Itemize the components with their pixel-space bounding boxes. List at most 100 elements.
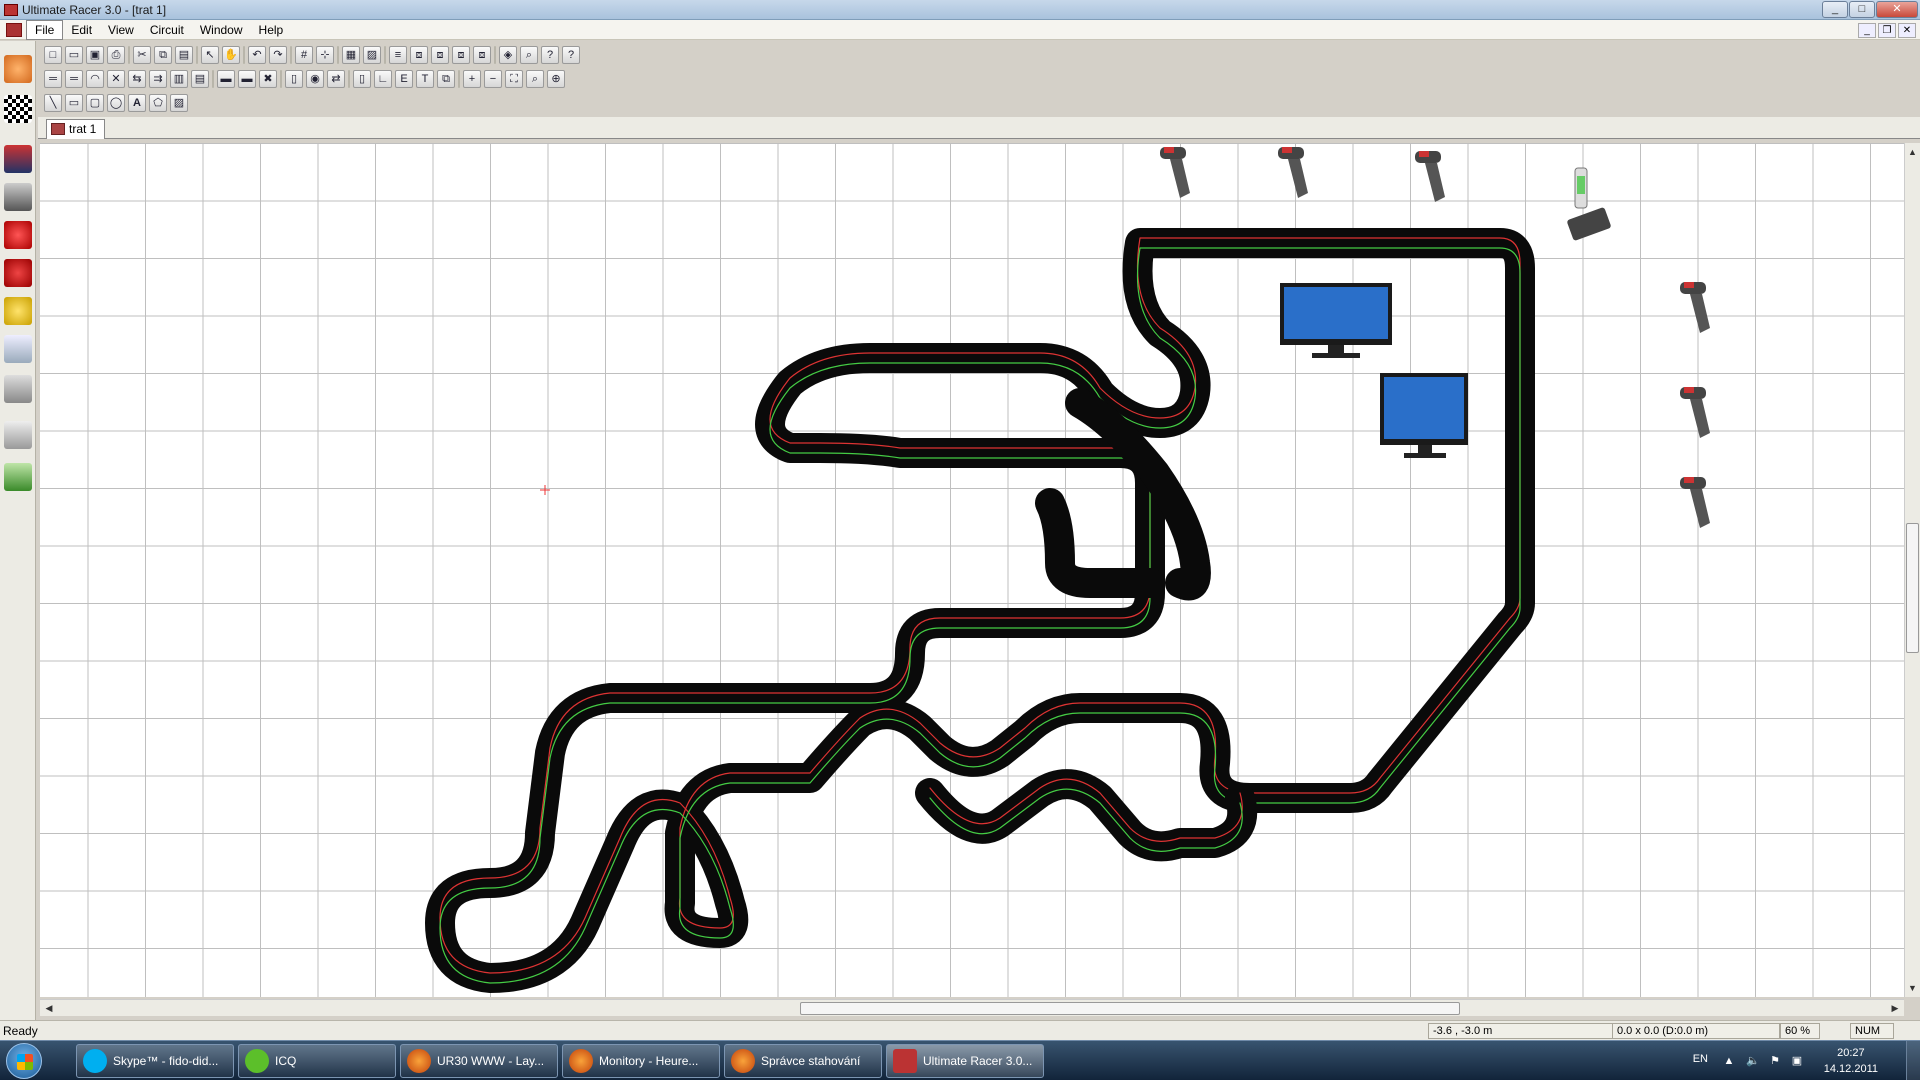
background-image-icon[interactable]: ▨ — [363, 46, 381, 64]
print-icon[interactable]: ⎙ — [107, 46, 125, 64]
snap-icon[interactable]: ⊹ — [316, 46, 334, 64]
hand-controller[interactable] — [1278, 147, 1308, 198]
lap-counter-device[interactable] — [1566, 167, 1611, 241]
maximize-button[interactable]: □ — [1849, 1, 1875, 18]
mdi-close-button[interactable]: ✕ — [1898, 23, 1916, 38]
taskbar-item-skype[interactable]: Skype™ - fido-did... — [76, 1044, 234, 1078]
minimize-button[interactable]: _ — [1822, 1, 1848, 18]
start-button[interactable] — [6, 1043, 42, 1079]
context-help-icon[interactable]: ? — [541, 46, 559, 64]
taskbar-item-icq[interactable]: ICQ — [238, 1044, 396, 1078]
scroll-down-icon[interactable]: ▼ — [1906, 981, 1919, 995]
camera-icon[interactable]: ◉ — [306, 70, 324, 88]
hand-controller[interactable] — [1680, 282, 1710, 333]
shape-t-icon[interactable]: T — [416, 70, 434, 88]
zoom-out-icon[interactable]: − — [484, 70, 502, 88]
border-icon[interactable]: ▬ — [238, 70, 256, 88]
menu-view[interactable]: View — [100, 21, 142, 39]
menu-edit[interactable]: Edit — [63, 21, 100, 39]
track-layout-drawing[interactable] — [40, 143, 1904, 997]
bring-to-front-icon[interactable]: ⧈ — [452, 46, 470, 64]
shape-l-icon[interactable]: ∟ — [374, 70, 392, 88]
monitor[interactable] — [1280, 283, 1392, 358]
flip-icon[interactable]: ⇄ — [327, 70, 345, 88]
crossing-track-icon[interactable]: ✕ — [107, 70, 125, 88]
lane-change-icon[interactable]: ⇆ — [128, 70, 146, 88]
home-icon[interactable] — [4, 55, 32, 83]
statistics-chart-icon[interactable] — [4, 335, 32, 363]
find-icon[interactable]: ⌕ — [520, 46, 538, 64]
tab-trat-1[interactable]: trat 1 — [46, 119, 106, 139]
language-indicator[interactable]: EN — [1693, 1053, 1708, 1065]
rectangle-tool-icon[interactable]: ▭ — [65, 94, 83, 112]
eraser-icon[interactable]: ◈ — [499, 46, 517, 64]
mdi-minimize-button[interactable]: _ — [1858, 23, 1876, 38]
driver-icon[interactable] — [4, 259, 32, 287]
menu-circuit[interactable]: Circuit — [142, 21, 192, 39]
show-hidden-icons-icon[interactable]: ▲ — [1722, 1054, 1736, 1068]
image-tool-icon[interactable]: ▨ — [170, 94, 188, 112]
trophy-icon[interactable] — [4, 297, 32, 325]
select-arrow-icon[interactable]: ↖ — [201, 46, 219, 64]
red-car-icon[interactable] — [4, 221, 32, 249]
pit-lane-icon[interactable]: ▥ — [170, 70, 188, 88]
line-tool-icon[interactable]: ╲ — [44, 94, 62, 112]
car-icon[interactable] — [4, 183, 32, 211]
taskbar-item-ultimate-racer[interactable]: Ultimate Racer 3.0... — [886, 1044, 1044, 1078]
shape-overlap-icon[interactable]: ⧉ — [437, 70, 455, 88]
rounded-rectangle-tool-icon[interactable]: ▢ — [86, 94, 104, 112]
hand-controller[interactable] — [1160, 147, 1190, 198]
new-icon[interactable]: □ — [44, 46, 62, 64]
undo-icon[interactable]: ↶ — [248, 46, 266, 64]
split-track-icon[interactable]: ⇉ — [149, 70, 167, 88]
mdi-restore-button[interactable]: ❐ — [1878, 23, 1896, 38]
bridge-icon[interactable]: ▯ — [285, 70, 303, 88]
delete-piece-icon[interactable]: ✖ — [259, 70, 277, 88]
shape-e-icon[interactable]: Ε — [395, 70, 413, 88]
show-desktop-button[interactable] — [1906, 1041, 1920, 1080]
circuit-canvas[interactable] — [40, 143, 1904, 997]
redo-icon[interactable]: ↷ — [269, 46, 287, 64]
monitor[interactable] — [1380, 373, 1468, 458]
hand-controller[interactable] — [1680, 387, 1710, 438]
menu-window[interactable]: Window — [192, 21, 251, 39]
zoom-in-icon[interactable]: + — [463, 70, 481, 88]
slot-car-track[interactable] — [425, 228, 1535, 993]
checkered-flag-icon[interactable] — [4, 95, 32, 123]
ellipse-tool-icon[interactable]: ◯ — [107, 94, 125, 112]
polygon-tool-icon[interactable]: ⬠ — [149, 94, 167, 112]
action-center-flag-icon[interactable]: ⚑ — [1768, 1054, 1782, 1068]
printer-icon[interactable] — [4, 421, 32, 449]
scroll-up-icon[interactable]: ▲ — [1906, 145, 1919, 159]
race-cars-icon[interactable] — [4, 145, 32, 173]
curve-track-icon[interactable]: ◠ — [86, 70, 104, 88]
taskbar-item-firefox-ur30[interactable]: UR30 WWW - Lay... — [400, 1044, 558, 1078]
cut-icon[interactable]: ✂ — [133, 46, 151, 64]
save-icon[interactable]: ▣ — [86, 46, 104, 64]
vertical-scrollbar[interactable]: ▲ ▼ — [1904, 143, 1920, 997]
taskbar-item-firefox-monitory[interactable]: Monitory - Heure... — [562, 1044, 720, 1078]
bring-forward-icon[interactable]: ⧈ — [410, 46, 428, 64]
taskbar-item-firefox-downloads[interactable]: Správce stahování — [724, 1044, 882, 1078]
properties-icon[interactable]: ▦ — [342, 46, 360, 64]
menu-help[interactable]: Help — [251, 21, 292, 39]
start-grid-icon[interactable]: ▤ — [191, 70, 209, 88]
scroll-right-icon[interactable]: ▶ — [1888, 1001, 1902, 1015]
horizontal-scroll-thumb[interactable] — [800, 1002, 1460, 1015]
tools-icon[interactable] — [4, 375, 32, 403]
zoom-window-icon[interactable]: ⌕ — [526, 70, 544, 88]
scroll-left-icon[interactable]: ◀ — [42, 1001, 56, 1015]
menu-file[interactable]: File — [26, 19, 64, 40]
straight-track-icon[interactable]: ═ — [44, 70, 62, 88]
open-folder-icon[interactable]: ▭ — [65, 46, 83, 64]
document-icon[interactable] — [6, 22, 22, 37]
vertical-scroll-thumb[interactable] — [1906, 523, 1919, 653]
clock[interactable]: 20:27 14.12.2011 — [1824, 1045, 1878, 1077]
help-icon[interactable]: ? — [562, 46, 580, 64]
shape-rect-icon[interactable]: ▯ — [353, 70, 371, 88]
align-left-icon[interactable]: ≡ — [389, 46, 407, 64]
grid-icon[interactable]: # — [295, 46, 313, 64]
barrier-icon[interactable]: ▬ — [217, 70, 235, 88]
zoom-all-icon[interactable]: ⊕ — [547, 70, 565, 88]
horizontal-scrollbar[interactable]: ◀ ▶ — [40, 999, 1904, 1016]
